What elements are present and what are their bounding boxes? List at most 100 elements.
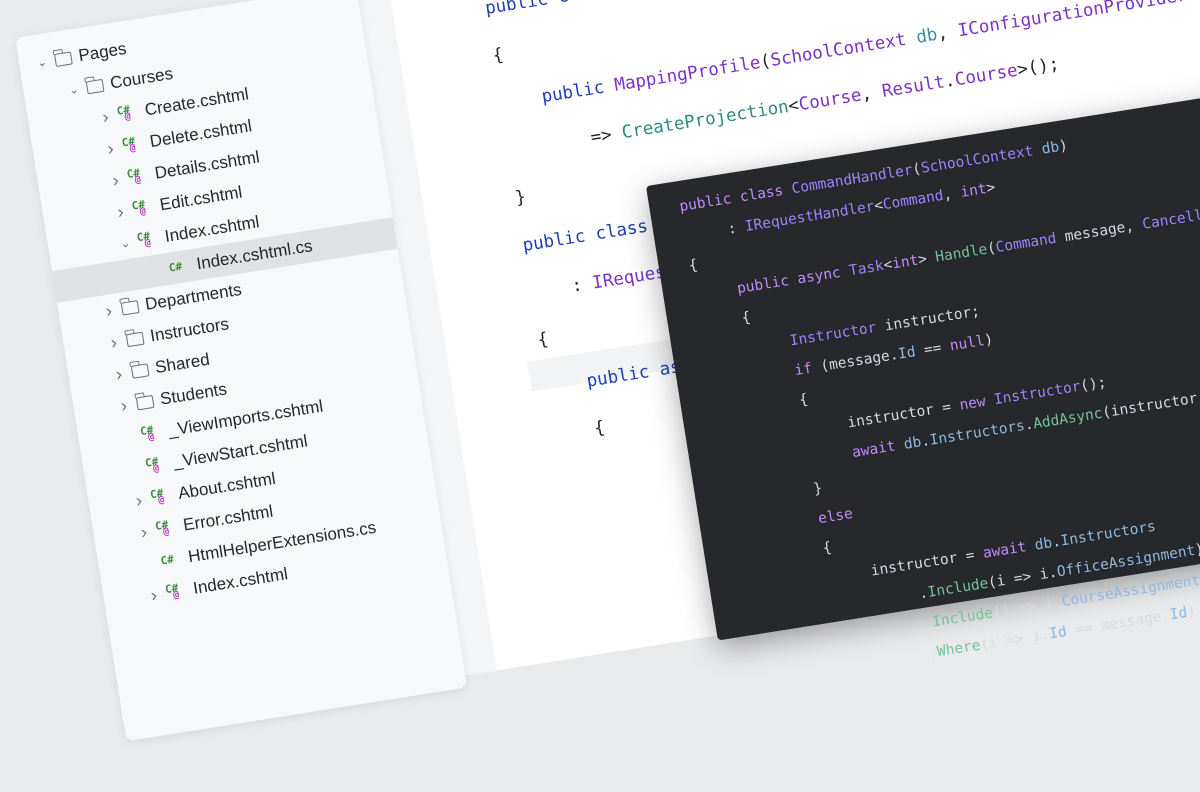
code-token: Instructors [928,417,1027,449]
code-token: ) [983,331,995,350]
chevron-right-icon[interactable]: › [99,131,122,165]
code-token: >(); [1015,54,1061,81]
code-token: > [985,179,997,197]
ide-scene: public class MappingProfile : ProfileCre… [0,0,1200,742]
code-token: , [935,21,960,45]
chevron-right-icon[interactable]: › [132,515,155,549]
code-token: class [738,181,794,206]
csharp-file-icon: C# [167,255,192,278]
code-line: { [491,42,505,69]
code-token: IConfigurationProvider [956,0,1200,42]
chevron-right-icon[interactable]: › [143,578,166,612]
code-token: CreateProjection [620,97,791,144]
code-token: == [914,338,952,360]
chevron-down-icon[interactable]: ⌄ [62,72,85,106]
code-token: Command [881,187,945,214]
code-token: ) [1193,541,1200,559]
code-token: Handle [934,241,989,266]
csharp-razor-file-icon: C# @ [121,133,146,156]
code-token: { [536,329,550,351]
code-token: int [959,181,988,201]
csharp-razor-file-icon: C# @ [126,165,151,188]
code-line: { [687,253,699,278]
csharp-razor-file-icon: C# @ [139,422,164,445]
code-token: public [678,189,742,216]
chevron-right-icon[interactable]: › [107,357,130,391]
file-icon-glyph: C# [167,259,184,275]
code-token: class [594,214,660,245]
code-token: (); [1079,374,1108,395]
code-token: { [687,257,699,275]
code-token: (i => i. [991,594,1064,622]
code-token: await [981,537,1037,562]
code-token: Instructor [788,318,887,350]
code-token: SchoolContext [769,28,919,71]
code-token: public [521,224,598,257]
code-token: ) [1057,137,1069,155]
code-line: { [798,388,810,413]
chevron-right-icon[interactable]: › [112,388,135,422]
code-token: message, [1063,217,1144,246]
code-token: MappingProfile [613,52,762,96]
code-line: { [536,326,550,353]
code-token: CancellationToken [1141,193,1200,233]
code-line: { [740,306,752,331]
code-token: == message. [1065,607,1172,640]
chevron-right-icon[interactable]: › [109,194,132,228]
code-token: Where [935,637,982,661]
csharp-razor-file-icon: C# @ [164,580,189,603]
code-token: Instructors [1059,518,1157,550]
code-token: { [798,391,810,409]
chevron-right-icon[interactable]: › [97,294,120,328]
file-icon-glyph: C# [159,552,175,568]
code-token: => [589,123,624,149]
code-token: else [816,505,854,528]
code-line: } [513,184,528,211]
code-token: (i => i. [986,564,1059,592]
code-token: ) [1186,603,1198,621]
code-token: Course [797,85,863,116]
code-token: async [796,263,851,288]
code-token: } [812,480,824,498]
code-line: { [592,415,607,442]
code-token: { [491,44,505,67]
chevron-down-icon[interactable]: ⌄ [31,45,54,79]
code-token: await [851,437,906,462]
code-line: { [821,536,833,561]
code-line: } [812,476,824,501]
code-token: (message. [819,346,900,375]
code-token: Include [931,605,995,631]
folder-icon [85,78,105,94]
code-token: int [891,252,920,273]
code-token: null [948,333,986,355]
code-token: Include [926,575,990,601]
csharp-razor-file-icon: C# @ [131,196,156,219]
code-token: (instructor, token); [1101,389,1200,422]
chevron-right-icon[interactable]: › [104,163,127,197]
code-token: Command [994,229,1067,257]
chevron-right-icon[interactable]: › [102,325,125,359]
csharp-razor-file-icon: C# @ [144,454,169,477]
code-token: Instructor [992,378,1082,409]
csharp-razor-file-icon: C# @ [154,517,179,540]
csharp-razor-file-icon: C# @ [149,485,174,508]
code-line: public class MappingProfile() [483,0,789,22]
chevron-right-icon[interactable]: › [127,483,150,517]
code-line: else [816,502,854,531]
code-token: } [513,187,528,209]
folder-icon [120,299,140,316]
folder-icon [53,50,73,67]
code-token: instructor; [883,303,981,335]
code-token: public [735,271,799,298]
code-token: new [958,392,996,414]
code-token: { [592,417,607,440]
code-token: Result [880,72,947,102]
code-token: AddAsync [1032,405,1104,433]
code-token: Task [848,258,886,280]
chevron-down-icon[interactable]: ⌄ [114,226,137,260]
chevron-right-icon[interactable]: › [94,100,117,134]
